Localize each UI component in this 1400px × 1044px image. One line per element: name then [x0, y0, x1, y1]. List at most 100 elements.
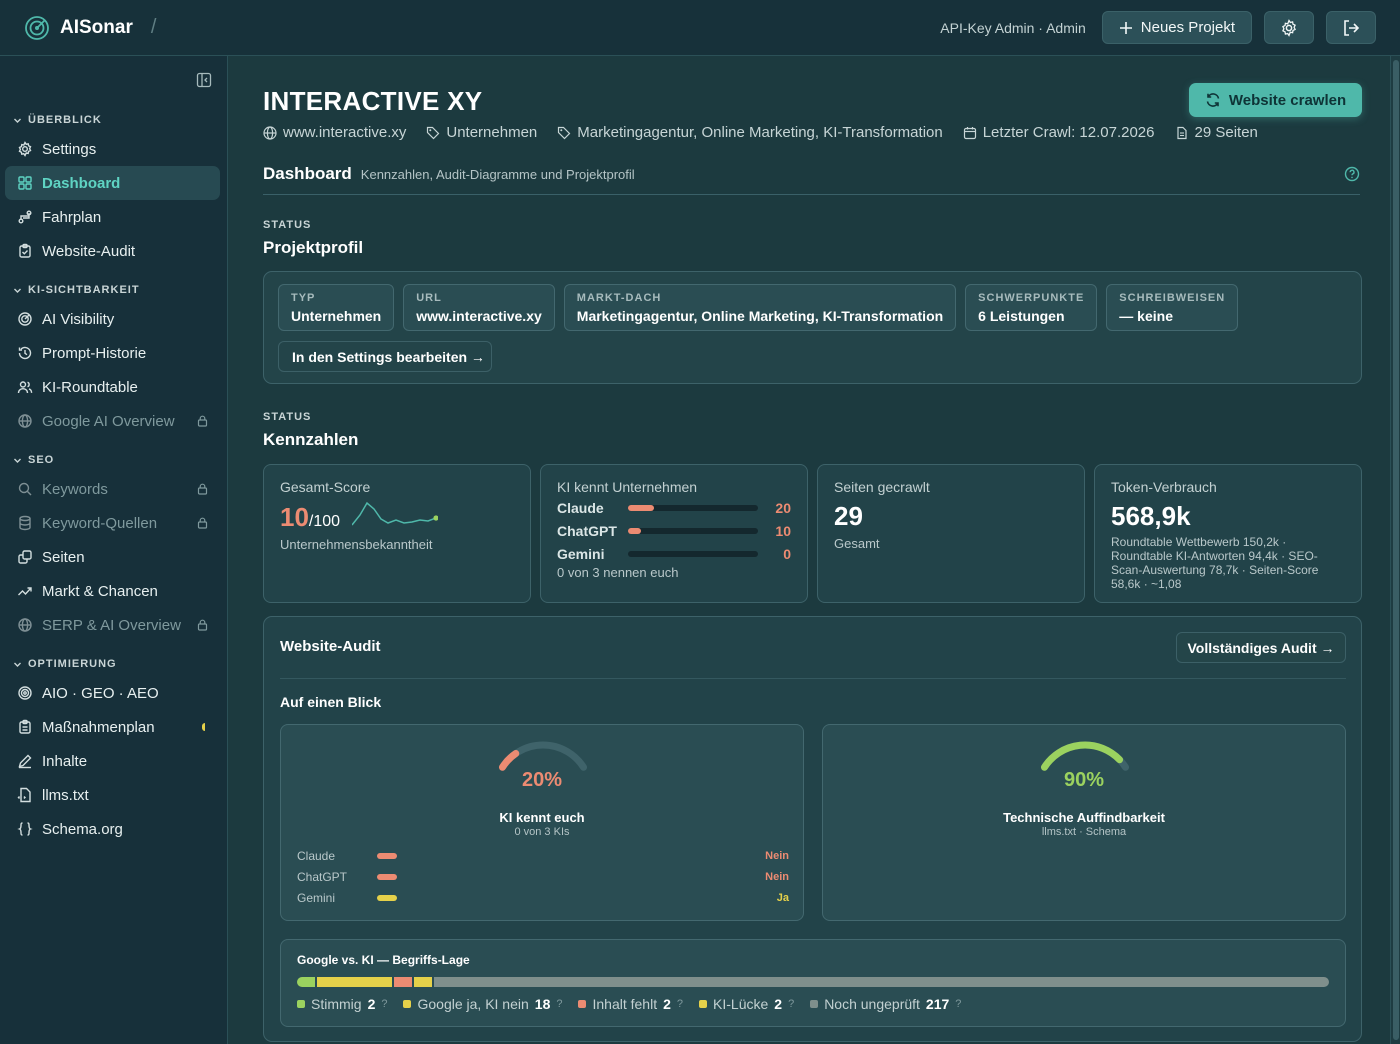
globe-icon	[18, 414, 32, 428]
sidebar-toggle-icon	[196, 72, 212, 88]
gvk-legend-item[interactable]: Google ja, KI nein 18?	[403, 996, 562, 1012]
gauge-fill	[1040, 741, 1124, 771]
chip-value: 6 Leistungen	[978, 308, 1065, 324]
gvk-legend-item[interactable]: Stimmig 2?	[297, 996, 387, 1012]
help-icon[interactable]: ?	[788, 998, 794, 1010]
chevron-down-icon	[14, 118, 21, 123]
top-bar: AISonar / API-Key Admin · Admin Neues Pr…	[0, 0, 1400, 56]
help-icon[interactable]: ?	[955, 998, 961, 1010]
user-label: API-Key Admin · Admin	[940, 19, 1086, 36]
sidebar-item-label: Prompt-Historie	[42, 344, 147, 362]
gvk-legend-item[interactable]: Inhalt fehlt 2?	[578, 996, 683, 1012]
sidebar-item-maßnahmenplan[interactable]: Maßnahmenplan	[5, 710, 220, 744]
legend-label: Inhalt fehlt	[592, 996, 658, 1012]
dashboard-subtitle: Kennzahlen, Audit-Diagramme und Projektp…	[360, 167, 635, 182]
kpi-label: Seiten gecrawlt	[834, 479, 930, 495]
gvk-segment-3[interactable]	[413, 977, 433, 987]
help-icon[interactable]: ?	[381, 998, 387, 1010]
lock-icon	[197, 415, 208, 427]
globe-icon	[18, 618, 32, 632]
sidebar-item-label: Dashboard	[42, 174, 121, 192]
legend-count: 2	[367, 996, 376, 1012]
sidebar-section-header[interactable]: KI-SICHTBARKEIT	[5, 268, 220, 302]
sidebar-section-header[interactable]: OPTIMIERUNG	[5, 642, 220, 676]
sidebar-item-ki-roundtable[interactable]: KI-Roundtable	[5, 370, 220, 404]
sidebar-item-seiten[interactable]: Seiten	[5, 540, 220, 574]
sidebar-item-markt-chancen[interactable]: Markt & Chancen	[5, 574, 220, 608]
llm-name: Gemini	[297, 891, 336, 905]
legend-swatch	[810, 1000, 819, 1008]
tech-gauge-sub: llms.txt · Schema	[1041, 826, 1127, 838]
help-button[interactable]	[1344, 166, 1360, 182]
ki-name: ChatGPT	[557, 522, 617, 539]
sidebar-item-google-ai-overview[interactable]: Google AI Overview	[5, 404, 220, 438]
gvk-segment-0[interactable]	[297, 977, 316, 987]
sidebar-item-schema-org[interactable]: Schema.org	[5, 812, 220, 846]
globe-icon	[263, 125, 277, 140]
gvk-legend: Stimmig 2? Google ja, KI nein 18? Inhalt feh…	[297, 996, 961, 1012]
score-sub: Unternehmensbekanntheit	[280, 537, 433, 552]
route-icon	[18, 210, 32, 224]
gvk-segment-1[interactable]	[317, 977, 392, 987]
ki-gauge-caption: KI kennt euch	[499, 810, 585, 825]
kpis-title: Kennzahlen	[263, 430, 359, 449]
google-vs-ki-panel: Google vs. KI — Begriffs-Lage Stimmig 2? G…	[280, 939, 1346, 1027]
sidebar-item-prompt-historie[interactable]: Prompt-Historie	[5, 336, 220, 370]
ki-gauge-value: 20%	[521, 769, 563, 791]
gvk-legend-item[interactable]: Noch ungeprüft 217?	[810, 996, 961, 1012]
gear-icon	[18, 141, 32, 157]
radar-icon	[18, 312, 32, 326]
project-url[interactable]: www.interactive.xy	[263, 124, 406, 141]
full-audit-button[interactable]: Vollständiges Audit →	[1176, 632, 1346, 663]
clipboard-icon	[19, 243, 31, 258]
sidebar-item-ai-visibility[interactable]: AI Visibility	[5, 302, 220, 336]
gvk-segment-2[interactable]	[393, 977, 412, 987]
edit-in-settings-button[interactable]: In den Settings bearbeiten →	[278, 341, 492, 372]
collapse-sidebar-button[interactable]	[196, 72, 212, 88]
logout-button[interactable]	[1326, 11, 1376, 44]
sidebar-section-title: SEO	[28, 454, 55, 466]
sidebar-item-llms-txt[interactable]: llms.txt	[5, 778, 220, 812]
tech-gauge	[1040, 741, 1130, 771]
sidebar-section-header[interactable]: ÜBERBLICK	[5, 98, 220, 132]
new-project-button[interactable]: Neues Projekt	[1101, 11, 1252, 44]
crawl-website-button[interactable]: Website crawlen	[1189, 83, 1362, 117]
sidebar-item-keywords[interactable]: Keywords	[5, 472, 220, 506]
gvk-stacked-bar	[297, 977, 1329, 987]
ki-gauge-panel: 20% KI kennt euch 0 von 3 KIs Claude Nein…	[280, 724, 804, 921]
legend-swatch	[578, 1000, 587, 1008]
chevron-down-icon	[14, 662, 21, 667]
gvk-segment-4[interactable]	[434, 977, 1329, 987]
trend-icon	[18, 587, 32, 596]
sidebar-item-website-audit[interactable]: Website-Audit	[5, 234, 220, 268]
help-icon[interactable]: ?	[556, 998, 562, 1010]
search-icon	[18, 482, 32, 496]
ki-value: 10	[775, 522, 791, 539]
sidebar-section-header[interactable]: SEO	[5, 438, 220, 472]
sidebar-item-keyword-quellen[interactable]: Keyword-Quellen	[5, 506, 220, 540]
ki-bar-track	[628, 527, 758, 534]
database-icon	[19, 515, 31, 531]
sidebar-item-serp-ai-overview[interactable]: SERP & AI Overview	[5, 608, 220, 642]
ki-row-chatgpt: ChatGPT 10	[557, 519, 791, 542]
sidebar-item-fahrplan[interactable]: Fahrplan	[5, 200, 220, 234]
sidebar-item-aio-geo-aeo[interactable]: AIO · GEO · AEO	[5, 676, 220, 710]
scrollbar[interactable]	[1390, 56, 1400, 1044]
lock-icon	[197, 483, 208, 495]
sidebar-item-settings[interactable]: Settings	[5, 132, 220, 166]
settings-button[interactable]	[1264, 11, 1314, 44]
app-name: AISonar	[60, 16, 133, 38]
sidebar-item-label: Seiten	[42, 548, 85, 566]
lock-icon	[197, 619, 208, 631]
sidebar-item-dashboard[interactable]: Dashboard	[5, 166, 220, 200]
kpis-kicker: STATUS	[263, 411, 312, 423]
profile-kicker: STATUS	[263, 219, 312, 231]
scroll-thumb[interactable]	[1393, 60, 1399, 1040]
gvk-legend-item[interactable]: KI-Lücke 2?	[699, 996, 794, 1012]
sidebar-item-inhalte[interactable]: Inhalte	[5, 744, 220, 778]
radar-logo-icon	[24, 15, 50, 41]
help-icon[interactable]: ?	[677, 998, 683, 1010]
page-count: 29 Seiten	[1175, 124, 1258, 141]
brand[interactable]: AISonar /	[24, 15, 156, 41]
llm-indicator	[377, 895, 397, 901]
